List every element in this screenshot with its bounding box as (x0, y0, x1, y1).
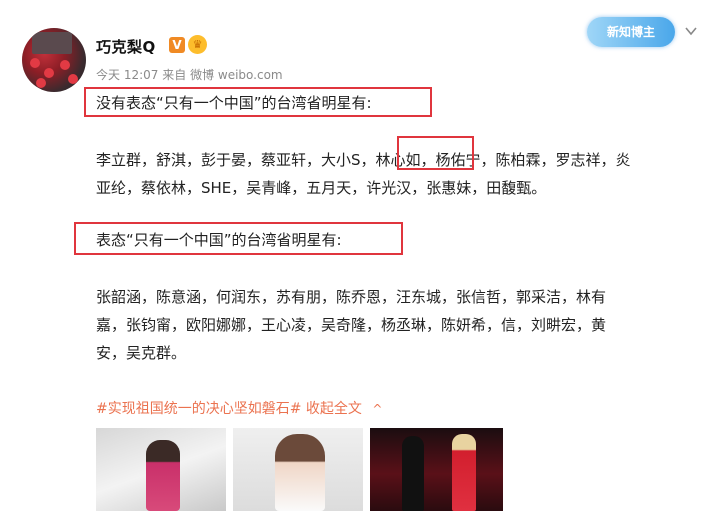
verified-v-icon: V (169, 37, 185, 53)
list-stance-line3: 安，吴克群。 (96, 344, 187, 362)
avatar-flower (68, 74, 78, 84)
person-figure (452, 434, 476, 511)
post-image-3[interactable] (370, 428, 503, 511)
hashtag-row: #实现祖国统一的决心坚如磐石# 收起全文 ^ (96, 398, 382, 418)
avatar-flower (30, 58, 40, 68)
list-stance-line1: 张韶涵，陈意涵，何润东，苏有朋，陈乔恩，汪东城，张信哲，郭采洁，林有 (96, 288, 607, 306)
list-no-stance-line1: 李立群，舒淇，彭于晏，蔡亚轩，大小S，林心如，杨佑宁，陈柏霖，罗志祥，炎 (96, 151, 631, 169)
post-source[interactable]: 微博 weibo.com (190, 68, 283, 82)
fans-badge[interactable]: 新知博主 (587, 17, 675, 47)
collapse-link[interactable]: 收起全文 (306, 401, 362, 417)
avatar[interactable] (22, 28, 86, 92)
post-image-2[interactable] (233, 428, 363, 511)
highlight-box-name (397, 136, 474, 170)
post-meta: 今天 12:07 来自 微博 weibo.com (96, 66, 283, 83)
person-figure (146, 440, 180, 511)
person-figure (402, 436, 424, 511)
avatar-flower (44, 68, 54, 78)
avatar-building (32, 32, 72, 54)
person-figure (275, 434, 325, 511)
list-no-stance-line2: 亚纶，蔡依林，SHE，吴青峰，五月天，许光汉，张惠妹，田馥甄。 (96, 179, 547, 197)
source-prefix: 来自 (162, 68, 187, 82)
highlight-box-heading2 (74, 222, 403, 255)
list-stance-line2: 嘉，张钧甯，欧阳娜娜，王心凌，吴奇隆，杨丞琳，陈妍希，信，刘畊宏，黄 (96, 316, 607, 334)
avatar-flower (60, 60, 70, 70)
crown-badge-icon: ♛ (188, 35, 207, 54)
hashtag-link[interactable]: #实现祖国统一的决心坚如磐石# (96, 401, 301, 417)
highlight-box-heading1 (84, 87, 432, 117)
username[interactable]: 巧克梨Q (96, 36, 156, 57)
chevron-down-icon[interactable] (684, 24, 698, 38)
avatar-flower (36, 78, 46, 88)
post-time[interactable]: 今天 12:07 (96, 68, 158, 82)
post-image-1[interactable] (96, 428, 226, 511)
collapse-caret-icon[interactable]: ^ (372, 402, 382, 416)
